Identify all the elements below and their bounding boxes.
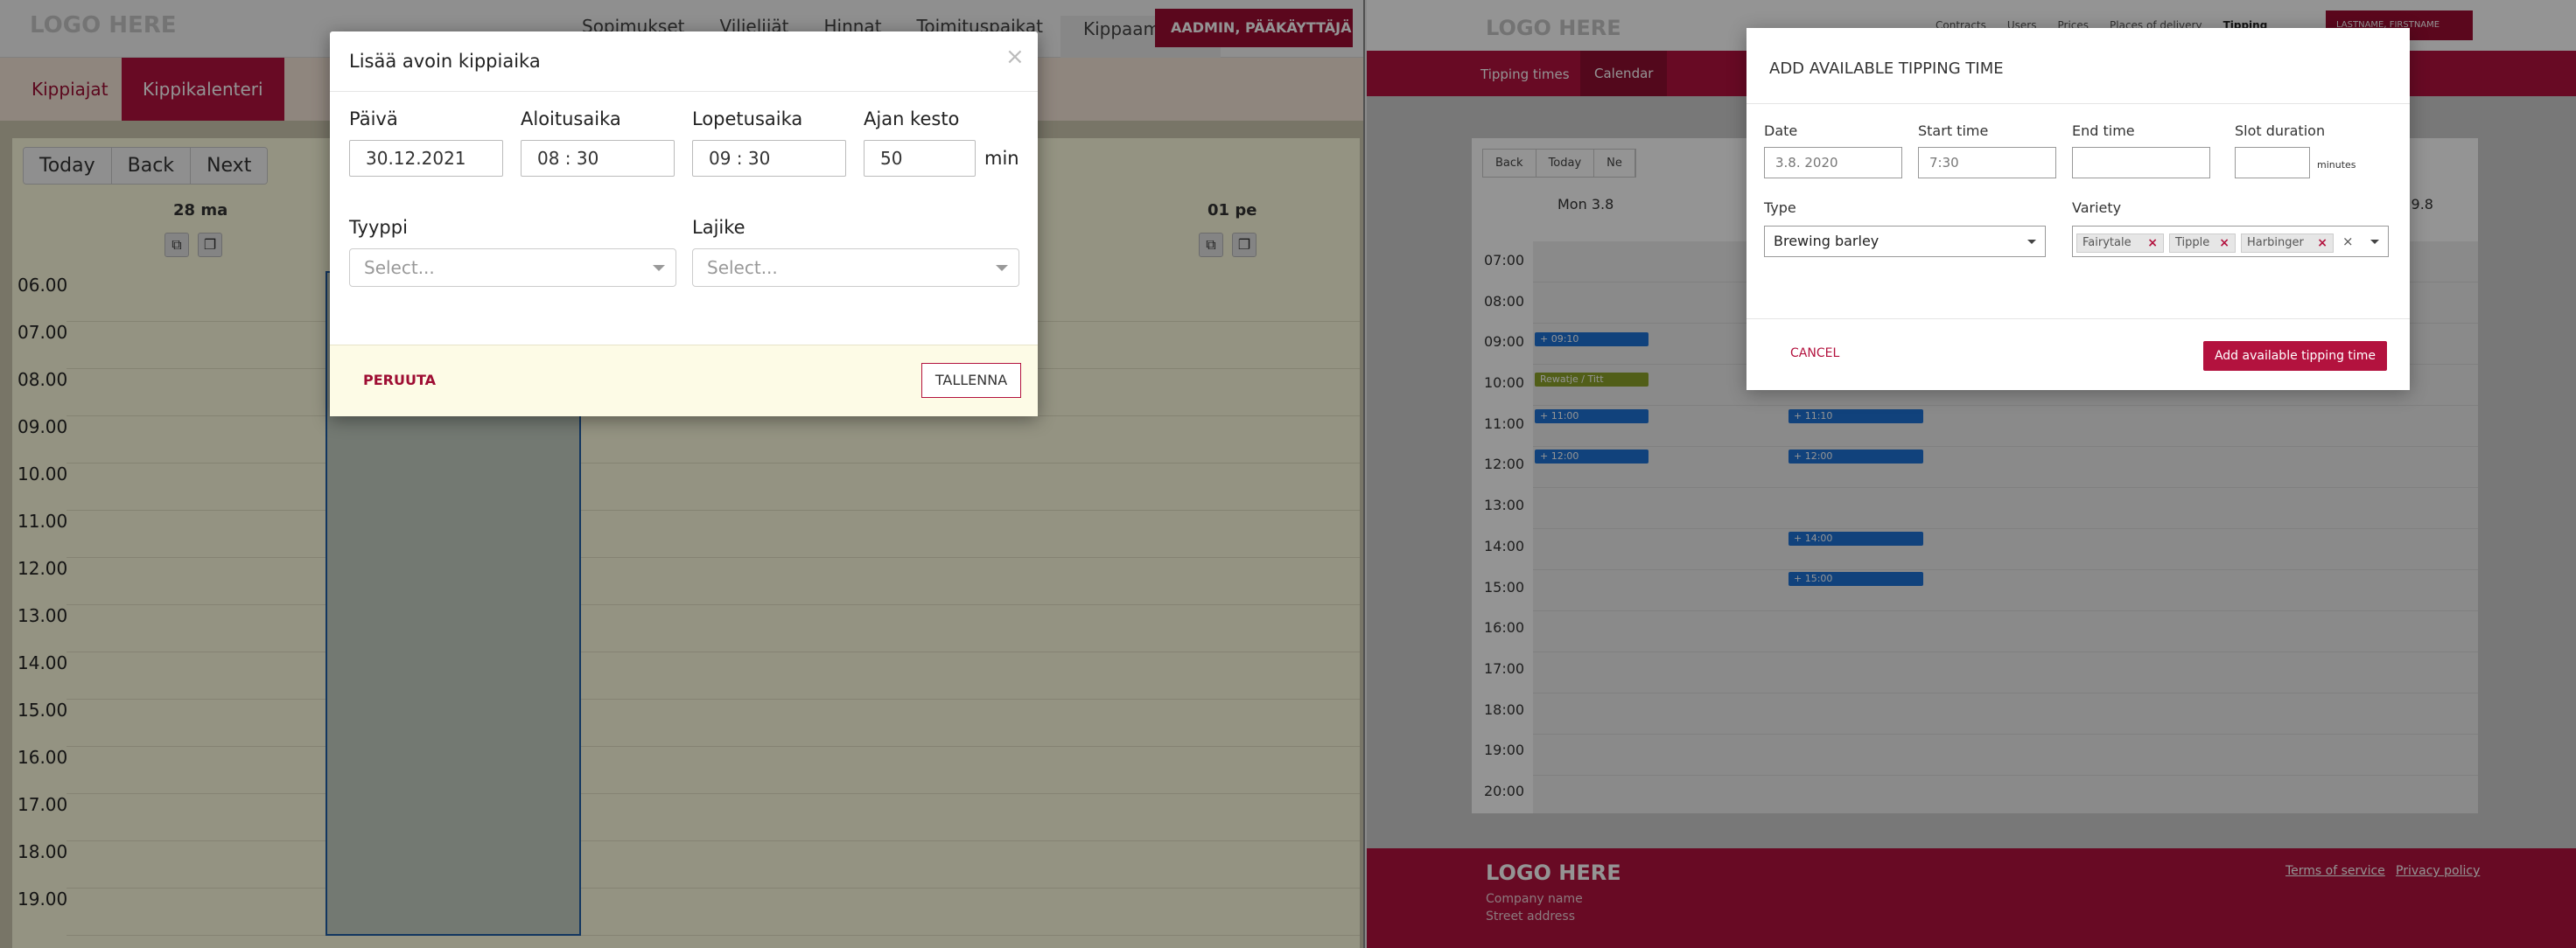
end-time-input[interactable] — [2072, 147, 2210, 178]
divider — [1746, 103, 2410, 104]
variety-label: Lajike — [692, 217, 746, 238]
variety-placeholder: Select... — [707, 257, 778, 278]
start-time-input[interactable]: 7:30 — [1918, 147, 2056, 178]
start-time-input[interactable]: 08 : 30 — [521, 140, 675, 177]
add-tipping-time-button[interactable]: Add available tipping time — [2203, 341, 2387, 371]
type-select[interactable]: Brewing barley — [1764, 226, 2046, 257]
chevron-down-icon — [2027, 240, 2036, 244]
duration-label: Ajan kesto — [864, 108, 960, 129]
chevron-down-icon — [2370, 240, 2379, 244]
variety-select[interactable]: Select... — [692, 248, 1019, 287]
chevron-down-icon — [653, 265, 665, 271]
dialog-title: Lisää avoin kippiaika — [349, 51, 541, 72]
type-label: Tyyppi — [349, 217, 408, 238]
duration-unit: min — [984, 148, 1019, 169]
add-tipping-time-dialog: Lisää avoin kippiaika × Päivä 30.12.2021… — [330, 31, 1038, 416]
type-select[interactable]: Select... — [349, 248, 676, 287]
slot-duration-unit: minutes — [2317, 159, 2356, 171]
type-value: Brewing barley — [1774, 233, 1880, 249]
left-screen: LOGO HERE Sopimukset Viljelijät Hinnat T… — [0, 0, 1365, 948]
dialog-footer: PERUUTA TALLENNA — [330, 345, 1038, 416]
cancel-button[interactable]: PERUUTA — [363, 372, 436, 388]
right-screen: LOGO HERE Contracts Users Prices Places … — [1367, 0, 2576, 948]
start-time-label: Aloitusaika — [521, 108, 621, 129]
date-label: Date — [1764, 122, 1798, 139]
date-label: Päivä — [349, 108, 398, 129]
start-time-label: Start time — [1918, 122, 1989, 139]
add-tipping-time-dialog: ADD AVAILABLE TIPPING TIME Date 3.8. 202… — [1746, 28, 2410, 390]
remove-icon[interactable]: × — [2317, 234, 2328, 252]
close-icon[interactable]: × — [1005, 44, 1025, 70]
cancel-button[interactable]: CANCEL — [1790, 346, 1839, 360]
dialog-title: ADD AVAILABLE TIPPING TIME — [1769, 59, 2004, 78]
end-time-label: End time — [2072, 122, 2135, 139]
end-time-label: Lopetusaika — [692, 108, 803, 129]
type-label: Type — [1764, 199, 1796, 216]
divider — [1746, 318, 2410, 319]
slot-duration-input[interactable] — [2235, 147, 2310, 178]
end-time-input[interactable]: 09 : 30 — [692, 140, 846, 177]
date-input[interactable]: 30.12.2021 — [349, 140, 503, 177]
remove-icon[interactable]: × — [2219, 234, 2230, 252]
save-button[interactable]: TALLENNA — [921, 363, 1021, 398]
variety-label: Variety — [2072, 199, 2122, 216]
date-input[interactable]: 3.8. 2020 — [1764, 147, 1902, 178]
variety-tag[interactable]: Tipple × — [2169, 234, 2236, 253]
duration-input[interactable]: 50 — [864, 140, 976, 177]
type-placeholder: Select... — [364, 257, 435, 278]
variety-multiselect[interactable]: Fairytale × Tipple × Harbinger × × — [2072, 226, 2389, 257]
chevron-down-icon — [996, 265, 1008, 271]
divider — [330, 91, 1038, 92]
remove-icon[interactable]: × — [2147, 234, 2158, 252]
clear-icon[interactable]: × — [2342, 227, 2354, 256]
variety-tag[interactable]: Fairytale × — [2076, 234, 2164, 253]
variety-tag[interactable]: Harbinger × — [2241, 234, 2334, 253]
slot-duration-label: Slot duration — [2235, 122, 2326, 139]
